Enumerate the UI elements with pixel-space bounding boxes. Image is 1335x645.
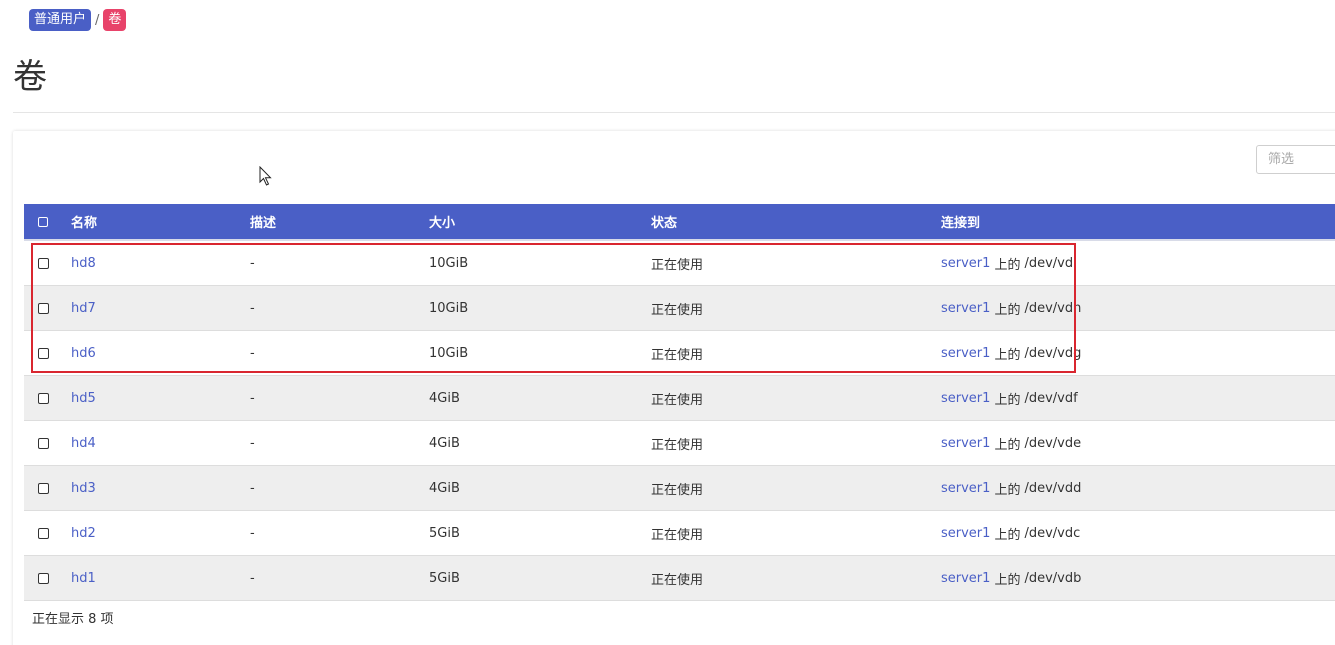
volume-attachment: server1 上的 /dev/vde <box>941 421 1081 465</box>
volume-name-link[interactable]: hd6 <box>71 346 96 361</box>
server-link[interactable]: server1 <box>941 256 990 271</box>
server-link[interactable]: server1 <box>941 481 990 496</box>
table-row: hd8 - 10GiB 正在使用 server1 上的 /dev/vdi <box>24 241 1335 286</box>
row-checkbox[interactable] <box>38 392 49 404</box>
volume-size: 5GiB <box>429 525 460 541</box>
attach-on-label: 上的 <box>994 392 1021 408</box>
table-header: 名称 描述 大小 状态 连接到 <box>24 204 1335 241</box>
volume-size: 10GiB <box>429 255 469 271</box>
volume-attachment: server1 上的 /dev/vdg <box>941 331 1081 375</box>
table-row: hd1 - 5GiB 正在使用 server1 上的 /dev/vdb <box>24 556 1335 601</box>
attach-on-label: 上的 <box>994 527 1021 543</box>
volume-size: 4GiB <box>429 480 460 496</box>
breadcrumb-current: 卷 <box>103 9 127 31</box>
volume-name-link[interactable]: hd3 <box>71 481 96 496</box>
volume-status: 正在使用 <box>651 527 704 543</box>
page-title: 卷 <box>13 57 47 97</box>
table-row: hd2 - 5GiB 正在使用 server1 上的 /dev/vdc <box>24 511 1335 556</box>
attach-on-label: 上的 <box>994 482 1021 498</box>
volume-description: - <box>250 255 255 271</box>
server-link[interactable]: server1 <box>941 301 990 316</box>
row-checkbox[interactable] <box>38 527 49 539</box>
table-row: hd4 - 4GiB 正在使用 server1 上的 /dev/vde <box>24 421 1335 466</box>
device-path: /dev/vdd <box>1024 480 1082 496</box>
table-row: hd3 - 4GiB 正在使用 server1 上的 /dev/vdd <box>24 466 1335 511</box>
attach-on-label: 上的 <box>994 572 1021 588</box>
volume-attachment: server1 上的 /dev/vdc <box>941 511 1080 555</box>
server-link[interactable]: server1 <box>941 436 990 451</box>
volume-size: 10GiB <box>429 345 469 361</box>
table-row: hd7 - 10GiB 正在使用 server1 上的 /dev/vdh <box>24 286 1335 331</box>
device-path: /dev/vdc <box>1024 525 1081 541</box>
device-path: /dev/vdf <box>1024 390 1078 406</box>
server-link[interactable]: server1 <box>941 346 990 361</box>
volume-status: 正在使用 <box>651 257 704 273</box>
volume-status: 正在使用 <box>651 482 704 498</box>
server-link[interactable]: server1 <box>941 391 990 406</box>
table-row: hd6 - 10GiB 正在使用 server1 上的 /dev/vdg <box>24 331 1335 376</box>
volumes-table: 名称 描述 大小 状态 连接到 hd8 - 10GiB 正在使用 server1… <box>24 204 1335 601</box>
volume-size: 5GiB <box>429 570 460 586</box>
header-status[interactable]: 状态 <box>651 204 677 239</box>
volume-attachment: server1 上的 /dev/vdi <box>941 241 1077 285</box>
row-checkbox[interactable] <box>38 257 49 269</box>
volume-description: - <box>250 480 255 496</box>
filter-input[interactable] <box>1256 145 1335 174</box>
device-path: /dev/vdh <box>1024 300 1082 316</box>
volume-description: - <box>250 390 255 406</box>
device-path: /dev/vde <box>1024 435 1082 451</box>
volume-description: - <box>250 435 255 451</box>
table-row: hd5 - 4GiB 正在使用 server1 上的 /dev/vdf <box>24 376 1335 421</box>
device-path: /dev/vdi <box>1024 255 1077 271</box>
breadcrumb-user-link[interactable]: 普通用户 <box>29 9 92 31</box>
attach-on-label: 上的 <box>994 257 1021 273</box>
device-path: /dev/vdb <box>1024 570 1082 586</box>
volume-size: 10GiB <box>429 300 469 316</box>
row-checkbox[interactable] <box>38 437 49 449</box>
header-size[interactable]: 大小 <box>429 204 455 239</box>
volume-description: - <box>250 525 255 541</box>
volume-name-link[interactable]: hd8 <box>71 256 96 271</box>
header-name[interactable]: 名称 <box>71 204 97 239</box>
header-description[interactable]: 描述 <box>250 204 276 239</box>
row-checkbox[interactable] <box>38 347 49 359</box>
attach-on-label: 上的 <box>994 347 1021 363</box>
row-checkbox[interactable] <box>38 302 49 314</box>
mouse-pointer-icon <box>259 166 272 186</box>
header-attached-to[interactable]: 连接到 <box>941 204 980 239</box>
volume-status: 正在使用 <box>651 572 704 588</box>
volume-attachment: server1 上的 /dev/vdh <box>941 286 1081 330</box>
select-all-checkbox[interactable] <box>38 216 48 227</box>
breadcrumb: 普通用户 / 卷 <box>29 9 127 31</box>
title-divider <box>13 112 1335 113</box>
volume-name-link[interactable]: hd7 <box>71 301 96 316</box>
volume-name-link[interactable]: hd1 <box>71 571 96 586</box>
volume-name-link[interactable]: hd2 <box>71 526 96 541</box>
attach-on-label: 上的 <box>994 302 1021 318</box>
volume-status: 正在使用 <box>651 347 704 363</box>
row-checkbox[interactable] <box>38 572 49 584</box>
item-count: 正在显示 8 项 <box>32 612 114 627</box>
device-path: /dev/vdg <box>1024 345 1082 361</box>
volume-attachment: server1 上的 /dev/vdb <box>941 556 1081 600</box>
volume-size: 4GiB <box>429 435 460 451</box>
volume-size: 4GiB <box>429 390 460 406</box>
row-checkbox[interactable] <box>38 482 49 494</box>
volume-description: - <box>250 570 255 586</box>
breadcrumb-separator: / <box>95 12 100 28</box>
page: 普通用户 / 卷 卷 名称 描述 大小 状态 连接到 hd8 - 10GiB 正… <box>0 0 1335 645</box>
server-link[interactable]: server1 <box>941 571 990 586</box>
server-link[interactable]: server1 <box>941 526 990 541</box>
volume-name-link[interactable]: hd4 <box>71 436 96 451</box>
volume-attachment: server1 上的 /dev/vdd <box>941 466 1081 510</box>
volume-name-link[interactable]: hd5 <box>71 391 96 406</box>
attach-on-label: 上的 <box>994 437 1021 453</box>
volume-status: 正在使用 <box>651 437 704 453</box>
volume-status: 正在使用 <box>651 392 704 408</box>
volume-description: - <box>250 345 255 361</box>
volume-description: - <box>250 300 255 316</box>
volume-status: 正在使用 <box>651 302 704 318</box>
volume-attachment: server1 上的 /dev/vdf <box>941 376 1078 420</box>
